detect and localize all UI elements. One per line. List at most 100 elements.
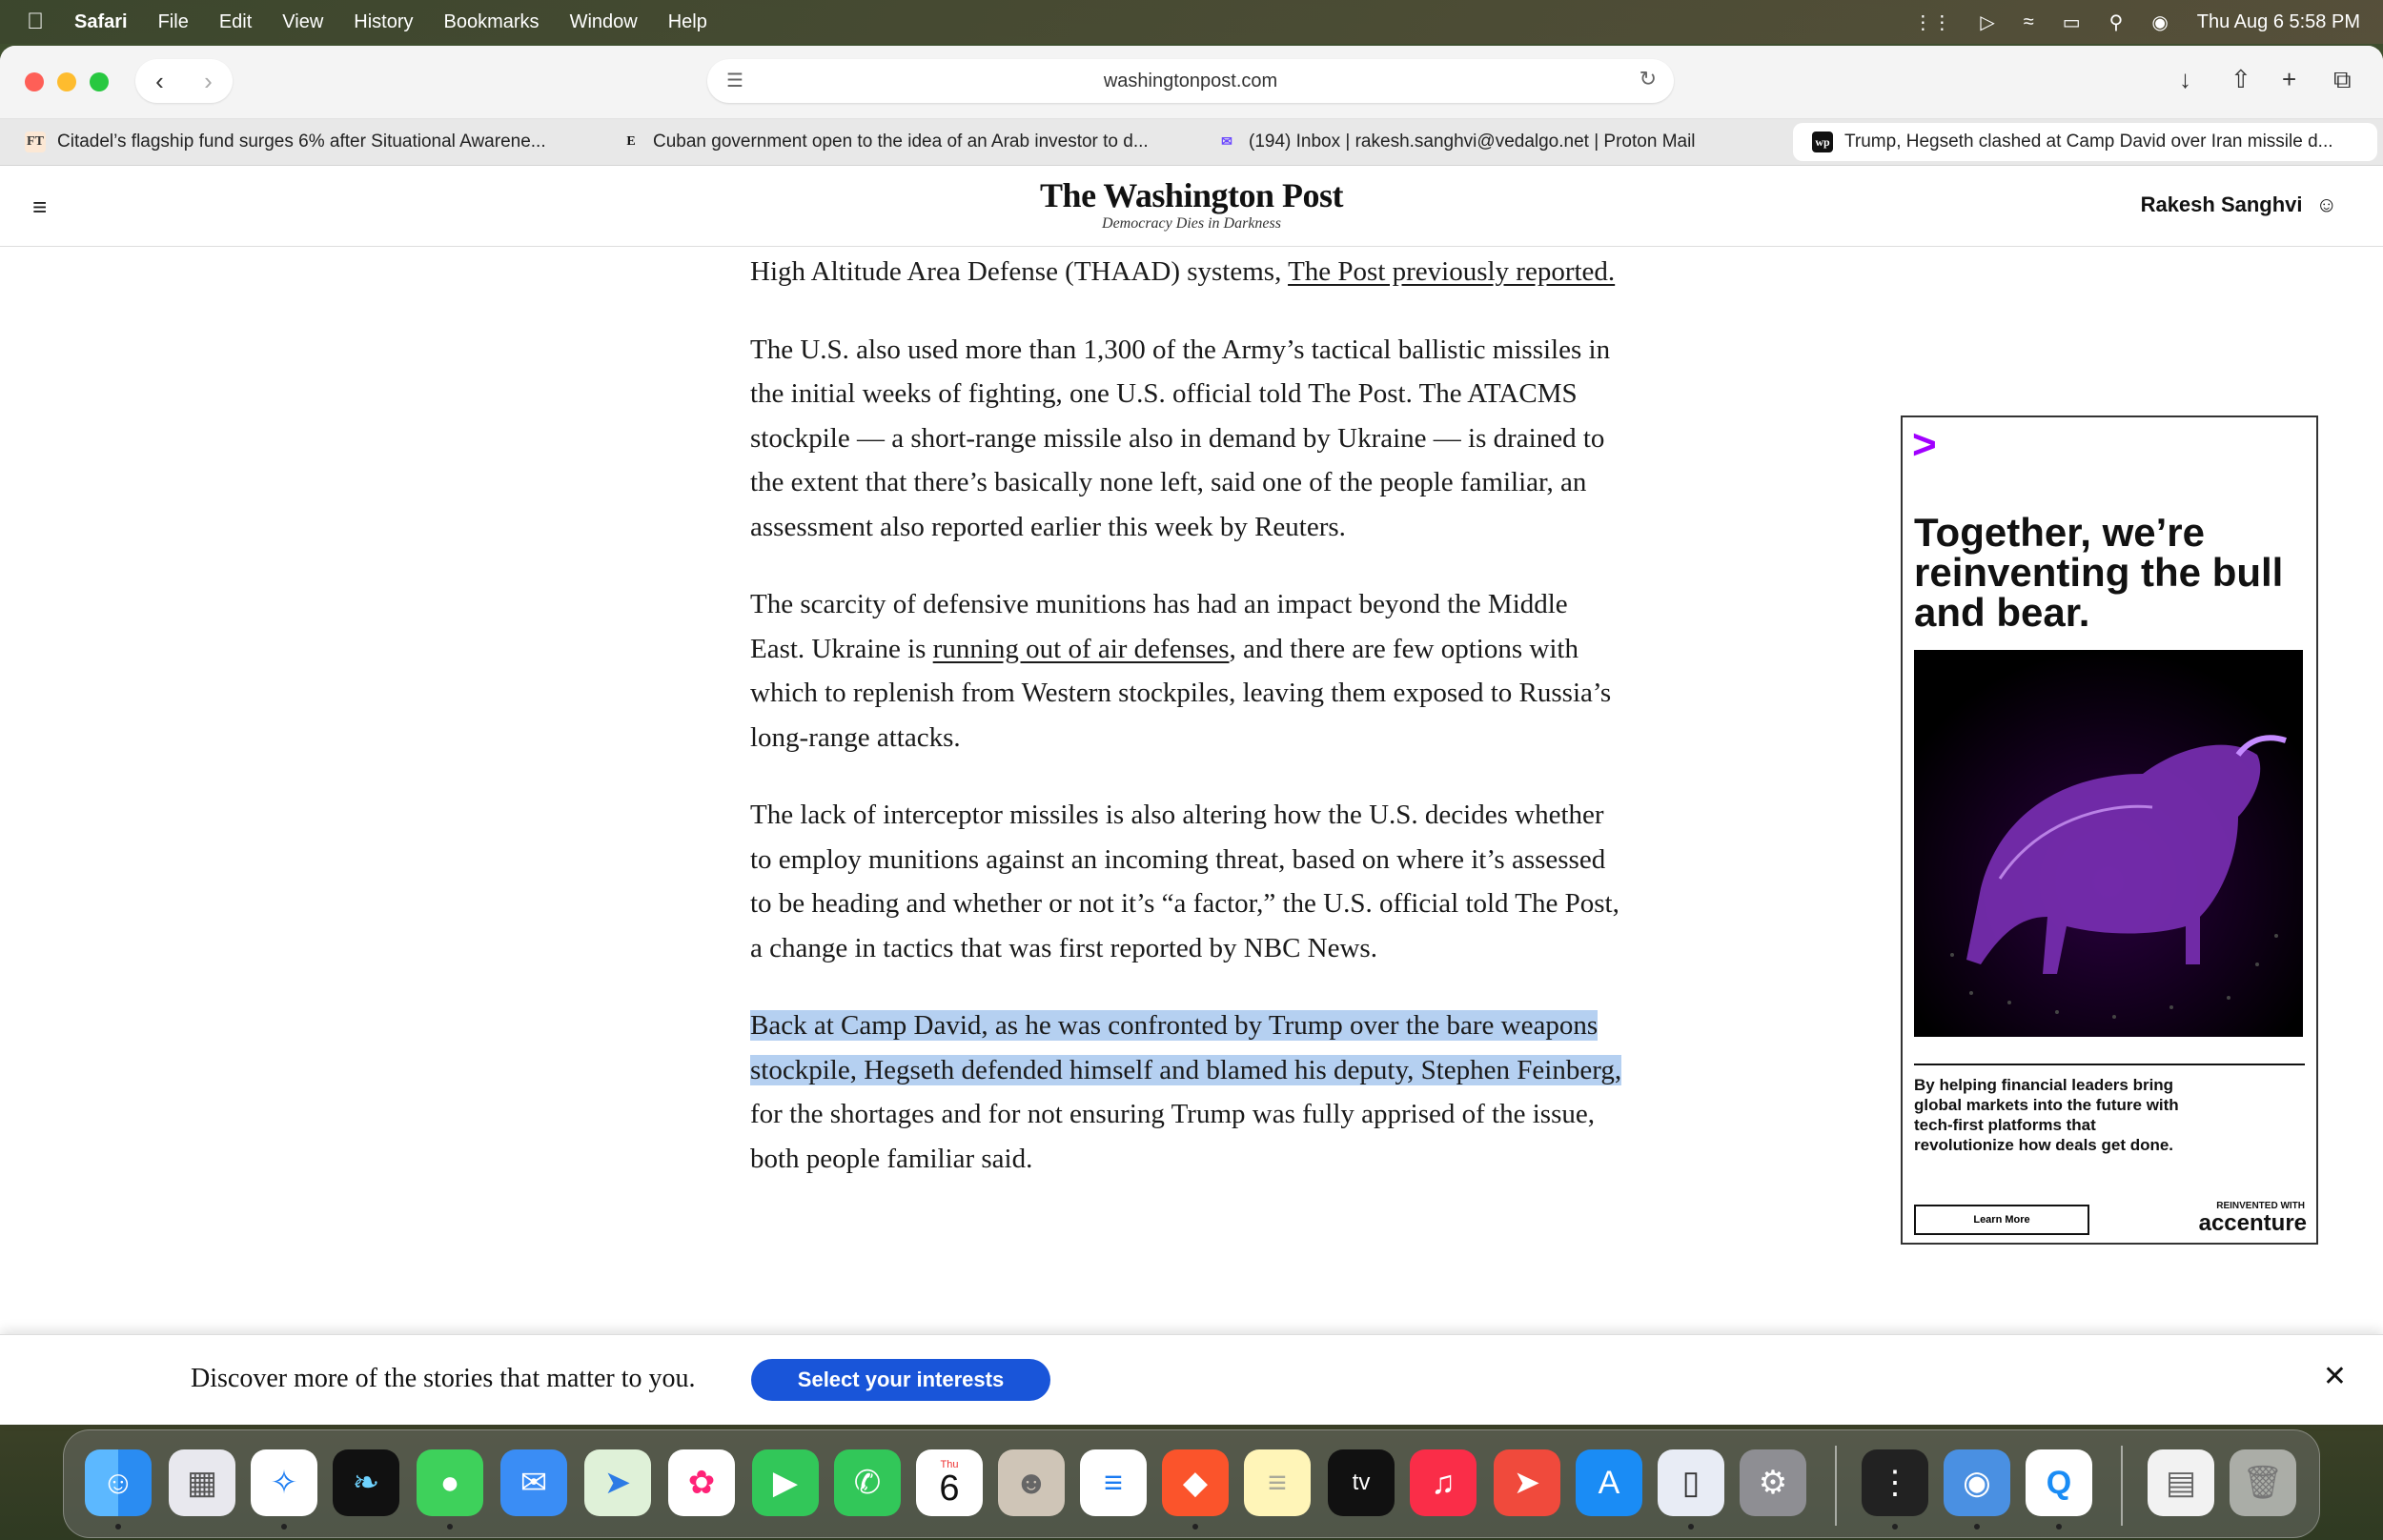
calendar-icon[interactable]: Thu 6: [916, 1449, 983, 1516]
site-header: ≡ The Washington Post Democracy Dies in …: [0, 166, 2383, 247]
select-interests-button[interactable]: Select your interests: [751, 1359, 1050, 1401]
menu-view[interactable]: View: [282, 11, 323, 33]
dock-separator: [1835, 1446, 1837, 1526]
menubar-clock[interactable]: Thu Aug 6 5:58 PM: [2197, 11, 2360, 33]
tab-bar: FT Citadel’s flagship fund surges 6% aft…: [0, 119, 2383, 166]
tab-economist[interactable]: E Cuban government open to the idea of a…: [601, 123, 1186, 161]
q-icon[interactable]: Q: [2026, 1449, 2092, 1516]
menu-file[interactable]: File: [158, 11, 189, 33]
menu-edit[interactable]: Edit: [219, 11, 252, 33]
tab-protonmail[interactable]: ✉ (194) Inbox | rakesh.sanghvi@vedalgo.n…: [1197, 123, 1782, 161]
facetime-icon[interactable]: ▶: [752, 1449, 819, 1516]
launcher-icon[interactable]: ⋮: [1862, 1449, 1928, 1516]
music-icon[interactable]: ♫: [1410, 1449, 1477, 1516]
nav-buttons: ‹ ›: [135, 59, 233, 103]
running-indicator: [1192, 1524, 1198, 1530]
photos-icon[interactable]: ✿: [668, 1449, 735, 1516]
tab-title: Trump, Hegseth clashed at Camp David ove…: [1844, 132, 2333, 152]
menu-bar:  Safari File Edit View History Bookmark…: [0, 0, 2383, 44]
close-window-button[interactable]: [25, 72, 44, 91]
ad-body: By helping financial leaders bring globa…: [1914, 1076, 2179, 1154]
messages-icon[interactable]: ●: [417, 1449, 483, 1516]
mail-icon[interactable]: ✉: [500, 1449, 567, 1516]
running-indicator: [2056, 1524, 2062, 1530]
grid-icon[interactable]: ⋮⋮: [1913, 10, 1951, 34]
download-icon[interactable]: ↓: [2179, 65, 2191, 94]
ad-divider: [1914, 1064, 2305, 1065]
paragraph: High Altitude Area Defense (THAAD) syste…: [750, 256, 1616, 287]
discover-text: Discover more of the stories that matter…: [191, 1364, 696, 1393]
play-icon[interactable]: ▷: [1980, 10, 1994, 34]
new-tab-icon[interactable]: +: [2282, 65, 2296, 94]
battery-icon[interactable]: ▭: [2063, 10, 2081, 34]
account-button[interactable]: Rakesh Sanghvi ☺: [2141, 192, 2337, 217]
paragraph: The U.S. also used more than 1,300 of th…: [750, 334, 1611, 542]
launchpad-icon[interactable]: ▦: [169, 1449, 235, 1516]
disk-icon[interactable]: ◉: [1944, 1449, 2010, 1516]
mail-favicon-icon: ✉: [1221, 134, 1232, 150]
user-icon: ☺: [2315, 192, 2337, 216]
tab-overview-icon[interactable]: ⧉: [2333, 65, 2352, 95]
running-indicator: [115, 1524, 121, 1530]
brave-icon[interactable]: ◆: [1162, 1449, 1229, 1516]
finder-icon[interactable]: ☺: [85, 1449, 152, 1516]
page-menu-icon[interactable]: ☰: [726, 69, 743, 92]
apple-menu-icon[interactable]: : [27, 9, 44, 35]
notes-icon[interactable]: ≡: [1244, 1449, 1311, 1516]
menu-bookmarks[interactable]: Bookmarks: [444, 11, 540, 33]
paragraph: Back at Camp David, as he was confronted…: [750, 1010, 1622, 1174]
forward-icon[interactable]: ›: [204, 67, 213, 96]
running-indicator: [447, 1524, 453, 1530]
tab-title: Cuban government open to the idea of an …: [653, 132, 1149, 152]
reload-icon[interactable]: ↻: [1640, 67, 1657, 91]
share-icon[interactable]: ⇧: [2230, 65, 2251, 94]
minimize-window-button[interactable]: [57, 72, 76, 91]
post-previously-reported-link[interactable]: The Post previously reported.: [1288, 256, 1615, 287]
window-icon[interactable]: ▤: [2148, 1449, 2214, 1516]
tab-title: (194) Inbox | rakesh.sanghvi@vedalgo.net…: [1249, 132, 1696, 152]
bull-image: [1914, 650, 2303, 1037]
phone-icon[interactable]: ✆: [834, 1449, 901, 1516]
running-indicator: [1892, 1524, 1898, 1530]
menu-history[interactable]: History: [354, 11, 413, 33]
wp-favicon-icon: wp: [1812, 132, 1833, 152]
tab-washington-post[interactable]: wp Trump, Hegseth clashed at Camp David …: [1793, 123, 2377, 161]
menu-safari[interactable]: Safari: [74, 11, 128, 33]
e-favicon-icon: E: [626, 134, 636, 149]
paragraph: The scarcity of defensive munitions has …: [750, 589, 1612, 753]
control-center-icon[interactable]: ◉: [2151, 10, 2168, 34]
appstore-icon[interactable]: A: [1576, 1449, 1642, 1516]
safari-icon[interactable]: ✧: [251, 1449, 317, 1516]
reminders-icon[interactable]: ≡: [1080, 1449, 1147, 1516]
contacts-icon[interactable]: ☻: [998, 1449, 1065, 1516]
site-logo[interactable]: The Washington Post Democracy Dies in Da…: [0, 175, 2383, 233]
wifi-icon[interactable]: ≈: [2024, 11, 2034, 33]
dock-separator: [2121, 1446, 2123, 1526]
ft-favicon-icon: FT: [25, 132, 46, 152]
rocket-icon[interactable]: ➤: [1494, 1449, 1560, 1516]
settings-icon[interactable]: ⚙: [1740, 1449, 1806, 1516]
menu-help[interactable]: Help: [668, 11, 707, 33]
paragraph: The lack of interceptor missiles is also…: [750, 800, 1619, 963]
close-icon[interactable]: ✕: [2323, 1360, 2347, 1393]
running-indicator: [1974, 1524, 1980, 1530]
zoom-window-button[interactable]: [90, 72, 109, 91]
maps-icon[interactable]: ➤: [584, 1449, 651, 1516]
spotlight-icon[interactable]: ⚲: [2109, 10, 2124, 34]
trash-icon[interactable]: 🗑: [2230, 1449, 2296, 1516]
air-defenses-link[interactable]: running out of air defenses: [933, 634, 1230, 664]
ad-headline: Together, we’re reinventing the bull and…: [1914, 510, 2284, 635]
simulator-icon[interactable]: ▯: [1658, 1449, 1724, 1516]
learn-more-button[interactable]: Learn More: [1914, 1205, 2089, 1235]
highlighted-text: Back at Camp David, as he was confronted…: [750, 1010, 1622, 1085]
accenture-ad[interactable]: > Together, we’re reinventing the bull a…: [1901, 415, 2318, 1245]
discover-banner: Discover more of the stories that matter…: [0, 1334, 2383, 1425]
appletv-icon[interactable]: tv: [1328, 1449, 1395, 1516]
user-name: Rakesh Sanghvi: [2140, 192, 2303, 216]
back-icon[interactable]: ‹: [155, 67, 164, 96]
menu-window[interactable]: Window: [570, 11, 638, 33]
running-indicator: [1688, 1524, 1694, 1530]
tab-ft[interactable]: FT Citadel’s flagship fund surges 6% aft…: [6, 123, 590, 161]
app-icon[interactable]: ❧: [333, 1449, 399, 1516]
address-bar[interactable]: ☰ washingtonpost.com ↻: [707, 59, 1674, 103]
